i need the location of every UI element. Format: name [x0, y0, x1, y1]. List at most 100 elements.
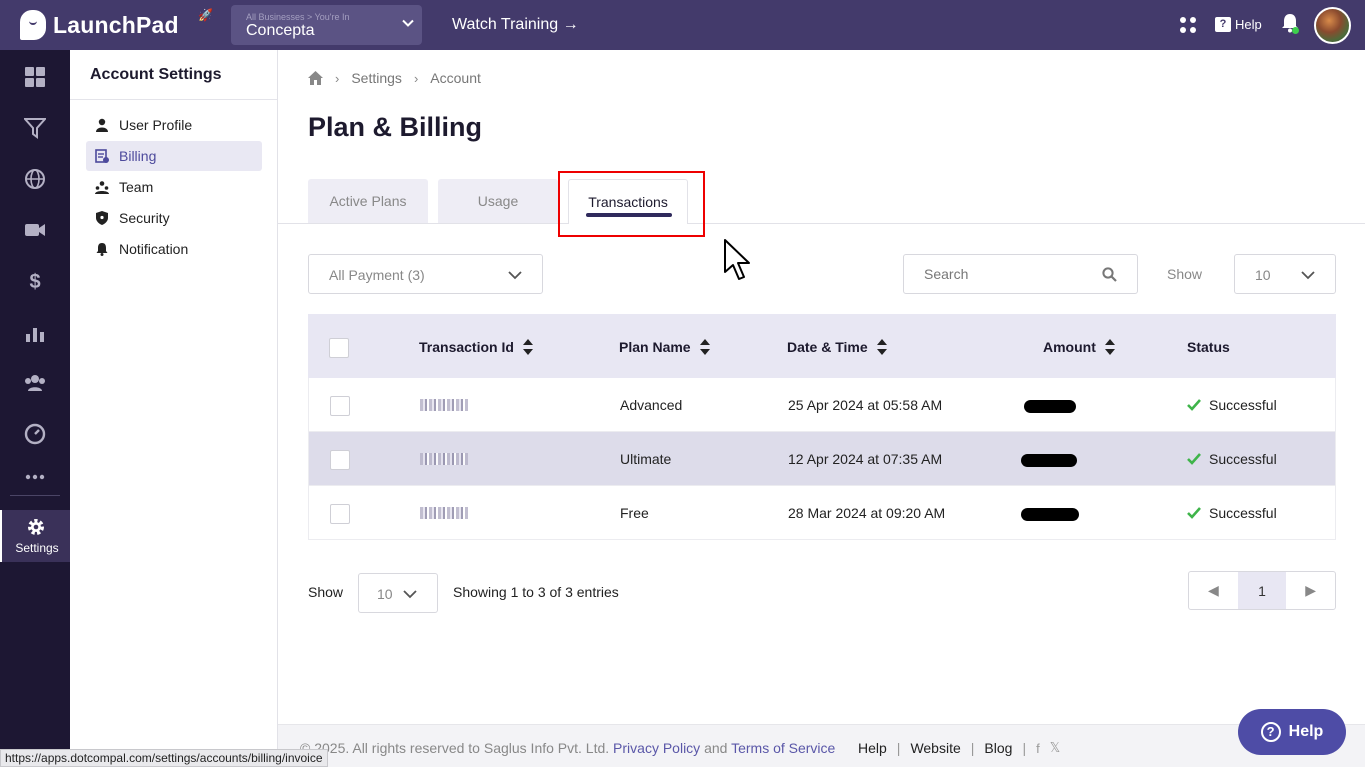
- funnel-icon[interactable]: [24, 117, 46, 139]
- column-plan-name[interactable]: Plan Name: [619, 339, 710, 355]
- sort-icon: [876, 339, 887, 355]
- separator: |: [970, 740, 975, 756]
- column-transaction-id[interactable]: Transaction Id: [419, 339, 533, 355]
- help-floating-button[interactable]: ? Help: [1238, 709, 1346, 755]
- app-name: LaunchPad: [53, 11, 179, 38]
- row-checkbox[interactable]: [330, 450, 350, 470]
- sort-icon: [1104, 339, 1115, 355]
- column-label: Date & Time: [787, 339, 868, 355]
- status-cell: Successful: [1187, 505, 1277, 521]
- amount-redacted: [1021, 508, 1079, 521]
- footer: © 2025. All rights reserved to Saglus In…: [278, 724, 1365, 767]
- analytics-icon[interactable]: [24, 322, 46, 344]
- copyright-text: © 2025. All rights reserved to Saglus In…: [300, 740, 610, 756]
- column-label: Plan Name: [619, 339, 691, 355]
- help-menu-button[interactable]: ? Help: [1215, 17, 1262, 32]
- breadcrumb-account[interactable]: Account: [430, 70, 481, 86]
- video-icon[interactable]: [24, 219, 46, 241]
- status-cell: Successful: [1187, 397, 1277, 413]
- menu-item-label: Team: [119, 179, 154, 195]
- more-icon[interactable]: [24, 466, 46, 488]
- show-count-select[interactable]: 10: [1234, 254, 1336, 294]
- tabs-divider: [278, 223, 1365, 224]
- table-row[interactable]: Free 28 Mar 2024 at 09:20 AM Successful: [308, 486, 1336, 540]
- sort-icon: [699, 339, 710, 355]
- billing-icon: [95, 149, 109, 163]
- apps-grid-icon[interactable]: [1179, 16, 1197, 34]
- table-header: Transaction Id Plan Name Date & Time Amo…: [308, 314, 1336, 378]
- next-page-button[interactable]: ▶: [1286, 572, 1335, 609]
- page-1-button[interactable]: 1: [1237, 572, 1287, 609]
- prev-page-button[interactable]: ◀: [1189, 572, 1238, 609]
- row-checkbox[interactable]: [330, 396, 350, 416]
- app-logo[interactable]: LaunchPad 🚀: [20, 8, 213, 41]
- business-switcher[interactable]: All Businesses > You're In Concepta: [231, 5, 422, 45]
- footer-copyright: © 2025. All rights reserved to Saglus In…: [300, 740, 835, 756]
- menu-item-billing[interactable]: Billing: [86, 141, 262, 171]
- date-time-cell: 12 Apr 2024 at 07:35 AM: [788, 451, 943, 467]
- dashboard-icon[interactable]: [24, 66, 46, 88]
- dollar-icon[interactable]: $: [24, 270, 46, 292]
- menu-item-team[interactable]: Team: [86, 172, 262, 202]
- row-checkbox[interactable]: [330, 504, 350, 524]
- check-icon: [1187, 399, 1201, 411]
- select-all-checkbox[interactable]: [329, 338, 349, 358]
- user-icon: [96, 118, 108, 132]
- payment-filter-select[interactable]: All Payment (3): [308, 254, 543, 294]
- column-date-time[interactable]: Date & Time: [787, 339, 887, 355]
- menu-item-user-profile[interactable]: User Profile: [86, 110, 262, 140]
- watch-training-link[interactable]: Watch Training →: [452, 16, 579, 34]
- team-icon: [95, 181, 109, 194]
- transaction-id-redacted: [420, 399, 468, 411]
- tab-active-plans[interactable]: Active Plans: [308, 179, 428, 223]
- search-icon[interactable]: [1102, 267, 1117, 282]
- menu-item-security[interactable]: Security: [86, 203, 262, 233]
- business-crumb: All Businesses > You're In: [246, 12, 350, 22]
- account-settings-title: Account Settings: [90, 66, 222, 83]
- rocket-icon: 🚀: [198, 8, 213, 22]
- breadcrumb: › Settings › Account: [308, 70, 481, 86]
- menu-item-label: User Profile: [119, 117, 193, 133]
- chevron-down-icon: [508, 271, 522, 280]
- x-twitter-icon[interactable]: 𝕏: [1050, 740, 1060, 756]
- table-row[interactable]: Advanced 25 Apr 2024 at 05:58 AM Success…: [308, 378, 1336, 432]
- separator: |: [896, 740, 901, 756]
- sort-icon: [522, 339, 533, 355]
- show-count-value: 10: [1255, 267, 1271, 283]
- column-amount[interactable]: Amount: [1043, 339, 1115, 355]
- menu-item-label: Security: [119, 210, 170, 226]
- divider: [70, 99, 277, 100]
- users-icon[interactable]: [24, 372, 46, 394]
- tab-usage[interactable]: Usage: [438, 179, 558, 223]
- footer-blog-link[interactable]: Blog: [984, 740, 1012, 756]
- search-input[interactable]: [924, 255, 1104, 293]
- column-label: Amount: [1043, 339, 1096, 355]
- footer-help-link[interactable]: Help: [858, 740, 887, 756]
- chevron-down-icon: [402, 19, 414, 27]
- show-label: Show: [1167, 266, 1203, 282]
- table-row[interactable]: Ultimate 12 Apr 2024 at 07:35 AM Success…: [308, 432, 1336, 486]
- privacy-policy-link[interactable]: Privacy Policy: [613, 740, 700, 756]
- amount-redacted: [1024, 400, 1076, 413]
- logo-mark-icon: [20, 10, 46, 40]
- status-text: Successful: [1209, 505, 1277, 521]
- page-size-value: 10: [377, 586, 393, 602]
- amount-redacted: [1021, 454, 1077, 467]
- search-box: [903, 254, 1138, 294]
- speedometer-icon[interactable]: [24, 423, 46, 445]
- home-icon[interactable]: [308, 71, 323, 85]
- plan-name-cell: Ultimate: [620, 451, 672, 467]
- pagination: ◀ 1 ▶: [1188, 571, 1336, 610]
- facebook-icon[interactable]: f: [1036, 741, 1040, 756]
- globe-icon[interactable]: [24, 168, 46, 190]
- menu-item-notification[interactable]: Notification: [86, 234, 262, 264]
- footer-website-link[interactable]: Website: [910, 740, 960, 756]
- page-size-select[interactable]: 10: [358, 573, 438, 613]
- top-bar: LaunchPad 🚀 All Businesses > You're In C…: [0, 0, 1365, 50]
- notification-dot: [1292, 27, 1299, 34]
- terms-link[interactable]: Terms of Service: [731, 740, 835, 756]
- user-avatar[interactable]: [1314, 7, 1351, 44]
- nav-item-settings[interactable]: Settings: [0, 510, 70, 562]
- breadcrumb-settings[interactable]: Settings: [351, 70, 402, 86]
- transaction-id-redacted: [420, 507, 468, 519]
